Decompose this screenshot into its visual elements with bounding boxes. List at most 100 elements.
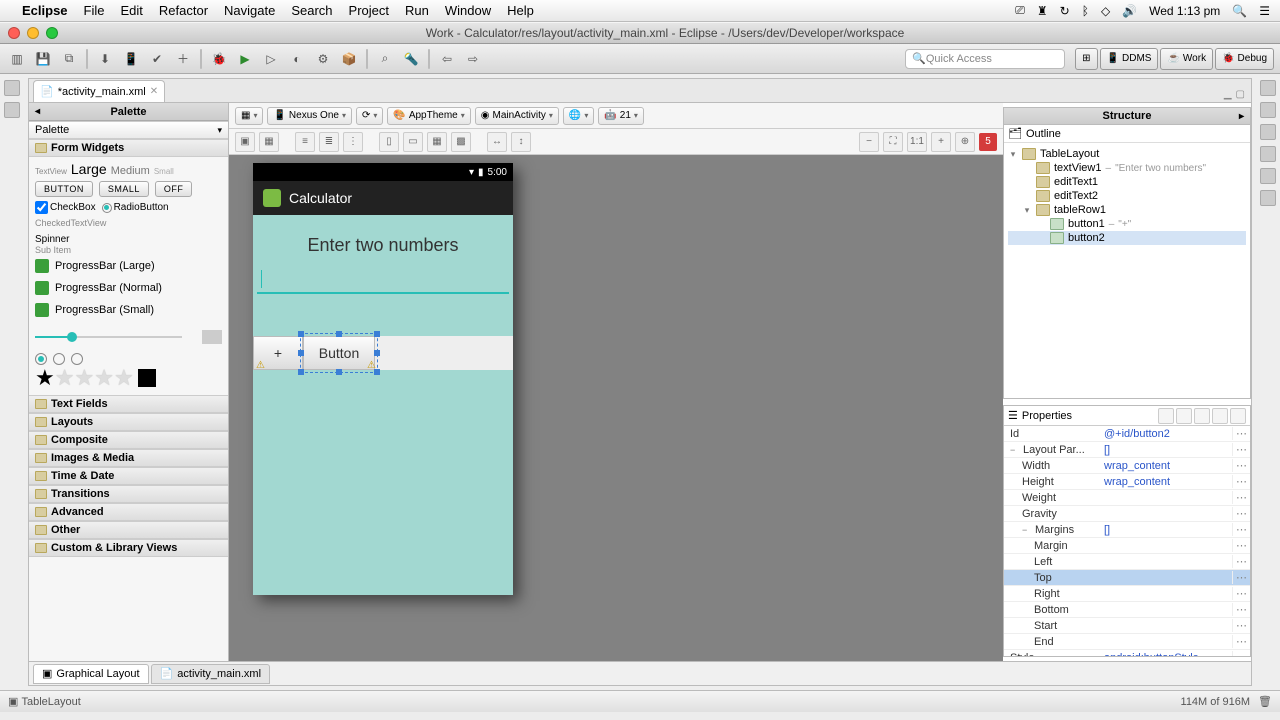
property-row[interactable]: Heightwrap_content⋯ — [1004, 474, 1250, 490]
clock[interactable]: Wed 1:13 pm — [1149, 4, 1220, 18]
save-button[interactable]: 💾 — [32, 48, 54, 70]
back-button[interactable]: ⇦ — [436, 48, 458, 70]
palette-cat-images-media[interactable]: Images & Media — [29, 449, 228, 467]
forward-button[interactable]: ⇨ — [462, 48, 484, 70]
console-icon[interactable] — [1260, 168, 1276, 184]
coverage-button[interactable]: ◐ — [286, 48, 308, 70]
package-explorer-icon[interactable] — [4, 80, 20, 96]
zoom-window-button[interactable] — [46, 27, 58, 39]
task-list-icon[interactable] — [1260, 80, 1276, 96]
zoom-out-button[interactable]: − — [859, 132, 879, 152]
tab-xml-source[interactable]: 📄 activity_main.xml — [151, 664, 270, 684]
avd-manager-button[interactable]: 📱 — [120, 48, 142, 70]
external-tools-button[interactable]: ⚙ — [312, 48, 334, 70]
menu-edit[interactable]: Edit — [120, 3, 142, 18]
props-alpha-button[interactable] — [1176, 408, 1192, 424]
props-filter-button[interactable] — [1194, 408, 1210, 424]
declaration-icon[interactable] — [1260, 146, 1276, 162]
wrap-width-button[interactable]: ↔ — [487, 132, 507, 152]
button-plus[interactable]: + ⚠ — [253, 336, 303, 370]
palette-cat-custom[interactable]: Custom & Library Views — [29, 539, 228, 557]
tab-graphical-layout[interactable]: ▣ Graphical Layout — [33, 664, 149, 684]
property-row[interactable]: Top⋯ — [1004, 570, 1250, 586]
menu-project[interactable]: Project — [349, 3, 389, 18]
palette-cat-composite[interactable]: Composite — [29, 431, 228, 449]
config-button[interactable]: ▦▾ — [235, 107, 263, 125]
widget-checkedtextview[interactable]: CheckedTextView — [35, 218, 222, 228]
widget-progressbar-small[interactable]: ProgressBar (Small) — [35, 299, 222, 321]
palette-cat-advanced[interactable]: Advanced — [29, 503, 228, 521]
menu-window[interactable]: Window — [445, 3, 491, 18]
outline-node-button2[interactable]: button2 — [1008, 231, 1246, 245]
editor-tab-activity-main[interactable]: 📄 *activity_main.xml ✕ — [33, 80, 165, 102]
api-selector[interactable]: 🤖21▾ — [598, 107, 644, 125]
property-row[interactable]: −Layout Par...[]⋯ — [1004, 442, 1250, 458]
lint-warning-icon[interactable]: ⚠ — [256, 360, 265, 371]
lint-error-count[interactable]: 5 — [979, 133, 997, 151]
textview-title[interactable]: Enter two numbers — [253, 223, 513, 268]
palette-cat-other[interactable]: Other — [29, 521, 228, 539]
widget-seekbar[interactable] — [35, 327, 222, 347]
open-perspective-button[interactable]: ⊞ — [1075, 48, 1097, 70]
menu-run[interactable]: Run — [405, 3, 429, 18]
toggle-viewport-button[interactable]: ▣ — [235, 132, 255, 152]
widget-radiogroup[interactable] — [35, 353, 222, 365]
new-button[interactable]: ▥ — [6, 48, 28, 70]
widget-small-button[interactable]: SMALL — [99, 181, 149, 197]
align-right-button[interactable]: ⋮ — [343, 132, 363, 152]
property-row[interactable]: Left⋯ — [1004, 554, 1250, 570]
bluetooth-icon[interactable]: ᛒ — [1082, 4, 1089, 18]
zoom-in-button[interactable]: + — [931, 132, 951, 152]
screen-share-icon[interactable]: ⎚ — [1015, 3, 1025, 18]
minimize-window-button[interactable] — [27, 27, 39, 39]
javadoc-icon[interactable] — [1260, 124, 1276, 140]
palette-cat-time-date[interactable]: Time & Date — [29, 467, 228, 485]
palette-dropdown[interactable]: Palette▾ — [29, 121, 228, 139]
outline-node-button1[interactable]: button1 – "+" — [1008, 217, 1246, 231]
widget-small-text[interactable]: Small — [154, 167, 174, 176]
align-left-button[interactable]: ≡ — [295, 132, 315, 152]
distribute-v-button[interactable]: ▭ — [403, 132, 423, 152]
quick-access-input[interactable]: 🔍 Quick Access — [905, 49, 1065, 69]
property-row[interactable]: Bottom⋯ — [1004, 602, 1250, 618]
collapse-structure-icon[interactable]: ▸ — [1239, 111, 1244, 122]
widget-subitem[interactable]: Sub Item — [35, 245, 222, 255]
button-selected[interactable]: Button ⚠ — [303, 336, 375, 370]
property-row[interactable]: Start⋯ — [1004, 618, 1250, 634]
property-row[interactable]: −Margins[]⋯ — [1004, 522, 1250, 538]
design-canvas[interactable]: ▾ ▮ 5:00 Calculator Enter two numbers — [229, 155, 1003, 661]
expand-button[interactable]: ▩ — [451, 132, 471, 152]
run-button[interactable]: ▶ — [234, 48, 256, 70]
widget-checkbox[interactable]: CheckBox — [35, 201, 96, 214]
minimize-editor-icon[interactable]: ▁ — [1224, 89, 1232, 100]
widget-ratingbar[interactable]: ★★★★★ — [35, 365, 222, 391]
widget-button[interactable]: BUTTON — [35, 181, 93, 197]
lint-warning-icon[interactable]: ⚠ — [367, 360, 376, 371]
toggle-clipping-button[interactable]: ▦ — [259, 132, 279, 152]
palette-cat-form-widgets[interactable]: Form Widgets — [29, 139, 228, 157]
maximize-editor-icon[interactable]: ▢ — [1236, 89, 1245, 100]
property-row[interactable]: Weight⋯ — [1004, 490, 1250, 506]
widget-toggle-off[interactable]: OFF — [155, 181, 193, 197]
open-type-button[interactable]: ⌕ — [374, 48, 396, 70]
outline-node-edittext1[interactable]: editText1 — [1008, 175, 1246, 189]
theme-selector[interactable]: 🎨AppTheme▾ — [387, 107, 470, 125]
property-row[interactable]: Margin⋯ — [1004, 538, 1250, 554]
run-last-button[interactable]: ▷ — [260, 48, 282, 70]
pack-button[interactable]: ▦ — [427, 132, 447, 152]
app-menu[interactable]: Eclipse — [22, 3, 68, 18]
new-package-button[interactable]: 📦 — [338, 48, 360, 70]
menu-refactor[interactable]: Refactor — [159, 3, 208, 18]
props-add-button[interactable] — [1212, 408, 1228, 424]
perspective-work[interactable]: ☕Work — [1160, 48, 1213, 70]
align-center-button[interactable]: ≣ — [319, 132, 339, 152]
table-row-1[interactable]: + ⚠ Button — [253, 336, 513, 370]
device-selector[interactable]: 📱Nexus One▾ — [267, 107, 352, 125]
menu-navigate[interactable]: Navigate — [224, 3, 275, 18]
sync-icon[interactable]: ↻ — [1060, 4, 1070, 18]
close-window-button[interactable] — [8, 27, 20, 39]
new-project-button[interactable]: ＋ — [172, 48, 194, 70]
edittext-2[interactable] — [257, 300, 509, 328]
locale-selector[interactable]: 🌐▾ — [563, 107, 594, 125]
props-sort-button[interactable] — [1158, 408, 1174, 424]
